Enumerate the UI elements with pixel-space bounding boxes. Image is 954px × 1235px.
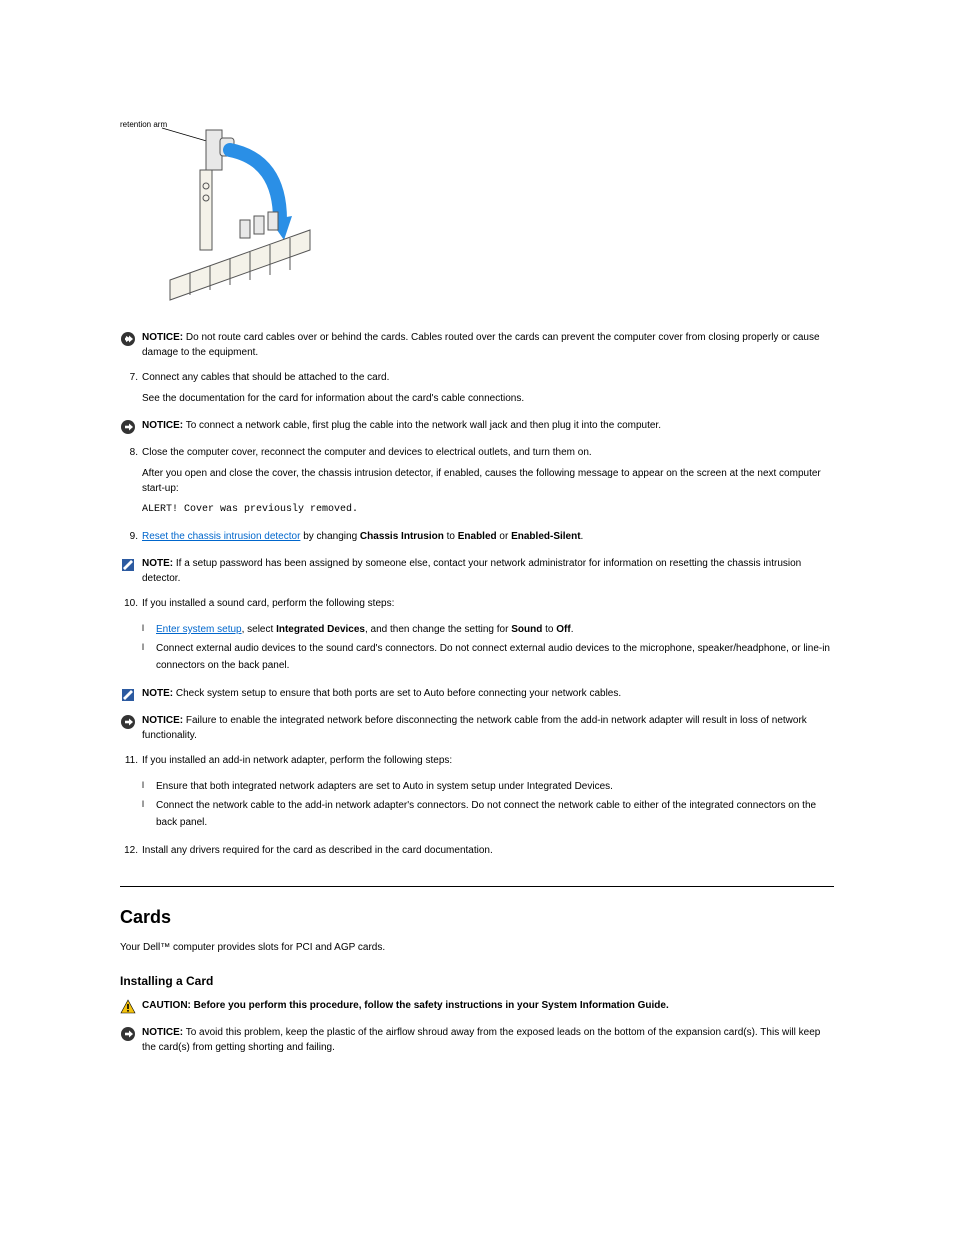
step-7: 7. Connect any cables that should be att… <box>120 370 834 406</box>
step-text: Install any drivers required for the car… <box>142 845 493 856</box>
note-icon <box>120 557 136 573</box>
note-ports-auto: NOTE: Check system setup to ensure that … <box>120 686 834 703</box>
chassis-intrusion-link[interactable]: Reset the chassis intrusion detector <box>142 531 300 542</box>
caution-label: CAUTION: <box>142 1000 191 1011</box>
retention-arm-figure: retention arm <box>120 120 320 310</box>
note-label: NOTE: <box>142 688 173 699</box>
notice-icon <box>120 1026 136 1042</box>
section-divider <box>120 886 834 887</box>
step-text: Close the computer cover, reconnect the … <box>142 447 592 458</box>
system-setup-link[interactable]: Enter system setup <box>156 624 242 635</box>
notice-airflow-shroud: NOTICE: To avoid this problem, keep the … <box>120 1025 834 1055</box>
step-10: 10. If you installed a sound card, perfo… <box>120 596 834 674</box>
notice-icon <box>120 714 136 730</box>
step-text: If you installed a sound card, perform t… <box>142 598 394 609</box>
cards-intro: Your Dell™ computer provides slots for P… <box>120 940 834 956</box>
note-text: Check system setup to ensure that both p… <box>176 688 621 699</box>
step-text: Connect any cables that should be attach… <box>142 372 389 383</box>
document-page: retention arm <box>0 0 954 1235</box>
notice-label: NOTICE: <box>142 715 183 726</box>
list-item: Connect the network cable to the add-in … <box>142 797 834 831</box>
notice-label: NOTICE: <box>142 1027 183 1038</box>
list-item: Ensure that both integrated network adap… <box>142 778 834 795</box>
notice-integrated-network: NOTICE: Failure to enable the integrated… <box>120 713 834 743</box>
step-11: 11. If you installed an add-in network a… <box>120 753 834 831</box>
list-item: Enter system setup, select Integrated De… <box>142 621 834 638</box>
notice-text: Do not route card cables over or behind … <box>142 332 820 358</box>
step-12: 12. Install any drivers required for the… <box>120 843 834 858</box>
notice-network-cable: NOTICE: To connect a network cable, firs… <box>120 418 834 435</box>
sub-title-installing-card: Installing a Card <box>120 974 834 988</box>
figure-label: retention arm <box>120 120 167 129</box>
caution-safety: CAUTION: Before you perform this procedu… <box>120 998 834 1015</box>
caution-icon <box>120 999 136 1015</box>
note-label: NOTE: <box>142 558 173 569</box>
retention-arm-diagram-icon <box>120 120 320 310</box>
step-code: ALERT! Cover was previously removed. <box>142 502 834 517</box>
step-9: 9. Reset the chassis intrusion detector … <box>120 529 834 544</box>
notice-icon <box>120 331 136 347</box>
step-8: 8. Close the computer cover, reconnect t… <box>120 445 834 517</box>
notice-text: To avoid this problem, keep the plastic … <box>142 1027 820 1053</box>
notice-icon <box>120 419 136 435</box>
notice-label: NOTICE: <box>142 332 183 343</box>
note-text: If a setup password has been assigned by… <box>142 558 801 584</box>
caution-text: Before you perform this procedure, follo… <box>194 1000 669 1011</box>
step-subtext: After you open and close the cover, the … <box>142 466 834 496</box>
note-setup-password: NOTE: If a setup password has been assig… <box>120 556 834 586</box>
notice-label: NOTICE: <box>142 420 183 431</box>
list-item: Connect external audio devices to the so… <box>142 640 834 674</box>
note-icon <box>120 687 136 703</box>
step-text: If you installed an add-in network adapt… <box>142 755 452 766</box>
notice-text: Failure to enable the integrated network… <box>142 715 807 741</box>
notice-card-cables: NOTICE: Do not route card cables over or… <box>120 330 834 360</box>
step-subtext: See the documentation for the card for i… <box>142 391 834 406</box>
notice-text: To connect a network cable, first plug t… <box>186 420 661 431</box>
section-title-cards: Cards <box>120 907 834 928</box>
